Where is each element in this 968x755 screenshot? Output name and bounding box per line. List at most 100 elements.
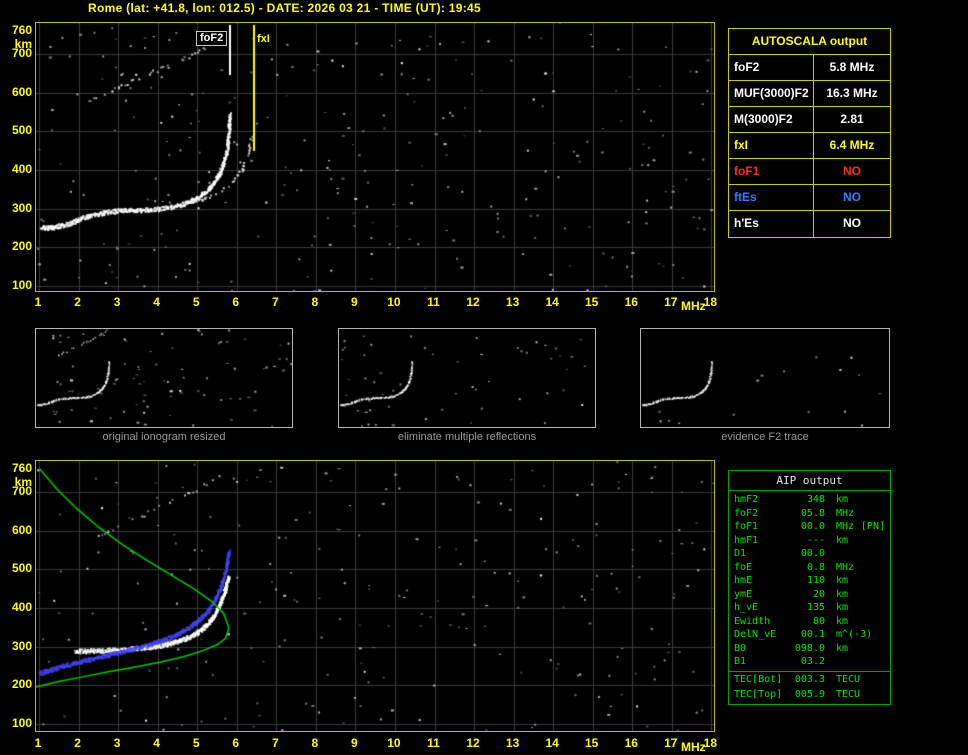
x-tick-label: 17 <box>661 295 681 309</box>
autoscala-row: fxI6.4 MHz <box>729 133 890 159</box>
autoscala-row: foF1NO <box>729 159 890 185</box>
aip-output-table: AIP output hmF2348kmfoF205.8MHzfoF100.0M… <box>728 470 891 705</box>
y-tick-label: 300 <box>2 639 32 653</box>
aip-param-name: B1 <box>734 655 791 669</box>
aip-param-flag: [PN] <box>861 520 885 534</box>
x-tick-label: 14 <box>542 295 562 309</box>
profile-plot <box>35 460 715 732</box>
thumbnail-f2-evidence <box>640 328 890 428</box>
y-tick-label: 600 <box>2 523 32 537</box>
aip-param-value: 00.0 <box>791 520 825 534</box>
autoscala-param-name: fxI <box>729 133 814 158</box>
thumbnail-caption-f2-evidence: evidence F2 trace <box>640 431 890 443</box>
y-tick-label: 760 <box>2 23 32 37</box>
x-tick-label: 6 <box>226 295 246 309</box>
aip-row: B103.2 <box>729 655 890 669</box>
aip-param-name: D1 <box>734 547 791 561</box>
aip-param-unit: MHz <box>836 507 854 521</box>
autoscala-param-name: MUF(3000)F2 <box>729 81 814 106</box>
thumbnail-no-multiples-canvas <box>339 329 595 427</box>
aip-param-unit: km <box>836 588 848 602</box>
aip-param-value: 135 <box>791 601 825 615</box>
x-tick-label: 1 <box>28 295 48 309</box>
aip-param-unit: km <box>836 534 848 548</box>
x-axis-unit: MHz <box>681 299 709 313</box>
aip-row: h_vE135km <box>729 601 890 615</box>
x-tick-label: 16 <box>621 295 641 309</box>
aip-param-name: Ewidth <box>734 615 791 629</box>
aip-param-value: 098.0 <box>791 642 825 656</box>
x-tick-label: 11 <box>424 736 444 750</box>
x-tick-label: 10 <box>384 736 404 750</box>
autoscala-table-body: foF25.8 MHzMUF(3000)F216.3 MHzM(3000)F22… <box>729 55 890 237</box>
y-tick-label: 200 <box>2 677 32 691</box>
aip-param-unit: km <box>836 601 848 615</box>
y-tick-label: 400 <box>2 162 32 176</box>
x-tick-label: 11 <box>424 295 444 309</box>
x-tick-label: 15 <box>582 736 602 750</box>
aip-row: TEC[Top]005.9 TECU <box>729 688 890 702</box>
ionogram-plot: foF2 fxI <box>35 22 715 292</box>
aip-param-value: 05.8 <box>791 507 825 521</box>
autoscala-row: ftEsNO <box>729 185 890 211</box>
aip-row: Ewidth80 km <box>729 615 890 629</box>
x-tick-label: 5 <box>186 736 206 750</box>
autoscala-param-name: h'Es <box>729 211 814 237</box>
aip-row: TEC[Bot]003.3TECU <box>729 671 890 688</box>
aip-row: hmE110km <box>729 574 890 588</box>
aip-param-value: 00.0 <box>791 547 825 561</box>
aip-param-name: foF2 <box>734 507 791 521</box>
aip-param-unit: MHz <box>836 520 854 534</box>
aip-param-value: 003.3 <box>791 673 825 688</box>
aip-param-name: hmE <box>734 574 791 588</box>
x-tick-label: 16 <box>621 736 641 750</box>
autoscala-output-screen: Rome (lat: +41.8, lon: 012.5) - DATE: 20… <box>0 0 968 755</box>
x-tick-label: 4 <box>147 295 167 309</box>
x-tick-label: 7 <box>265 295 285 309</box>
thumbnail-f2-evidence-canvas <box>641 329 889 427</box>
aip-param-value: 20 <box>791 588 825 602</box>
thumbnail-original-canvas <box>36 329 292 427</box>
autoscala-table-header: AUTOSCALA output <box>729 29 890 55</box>
aip-param-name: hmF1 <box>734 534 791 548</box>
aip-param-value: 005.9 <box>791 688 825 702</box>
y-tick-label: 200 <box>2 239 32 253</box>
aip-param-name: DelN_vE <box>734 628 791 642</box>
thumbnail-no-multiples <box>338 328 596 428</box>
aip-param-unit: m^(-3) <box>836 628 872 642</box>
ionogram-canvas <box>36 23 714 291</box>
aip-param-name: hmF2 <box>734 493 791 507</box>
y-tick-label: 760 <box>2 461 32 475</box>
aip-row: DelN_vE00.1m^(-3) <box>729 628 890 642</box>
aip-param-value: 80 <box>791 615 825 629</box>
x-tick-label: 8 <box>305 736 325 750</box>
x-tick-label: 12 <box>463 736 483 750</box>
aip-row: ymE20 km <box>729 588 890 602</box>
thumbnail-caption-no-multiples: eliminate multiple reflections <box>338 431 596 443</box>
y-tick-label: 300 <box>2 201 32 215</box>
aip-table-body: hmF2348kmfoF205.8MHzfoF100.0MHz[PN]hmF1-… <box>729 493 890 701</box>
aip-param-unit: TECU <box>836 673 860 688</box>
aip-param-value: 348 <box>791 493 825 507</box>
aip-row: D100.0 <box>729 547 890 561</box>
aip-param-unit: MHz <box>836 561 854 575</box>
aip-param-unit: km <box>836 493 848 507</box>
aip-param-unit: TECU <box>836 688 860 702</box>
y-tick-label: 700 <box>2 484 32 498</box>
aip-table-header: AIP output <box>729 471 890 491</box>
autoscala-param-name: foF1 <box>729 159 814 184</box>
autoscala-param-value: 2.81 <box>814 107 890 132</box>
autoscala-param-value: NO <box>814 211 890 237</box>
aip-param-name: ymE <box>734 588 791 602</box>
aip-param-value: 110 <box>791 574 825 588</box>
y-tick-label: 500 <box>2 123 32 137</box>
x-tick-label: 9 <box>344 736 364 750</box>
x-tick-label: 15 <box>582 295 602 309</box>
thumbnail-caption-original: original ionogram resized <box>35 431 293 443</box>
autoscala-param-name: M(3000)F2 <box>729 107 814 132</box>
aip-row: B0098.0km <box>729 642 890 656</box>
aip-param-unit: km <box>836 615 848 629</box>
aip-param-name: TEC[Top] <box>734 688 791 702</box>
fxi-marker-label: fxI <box>257 33 270 46</box>
thumbnail-original-ionogram <box>35 328 293 428</box>
